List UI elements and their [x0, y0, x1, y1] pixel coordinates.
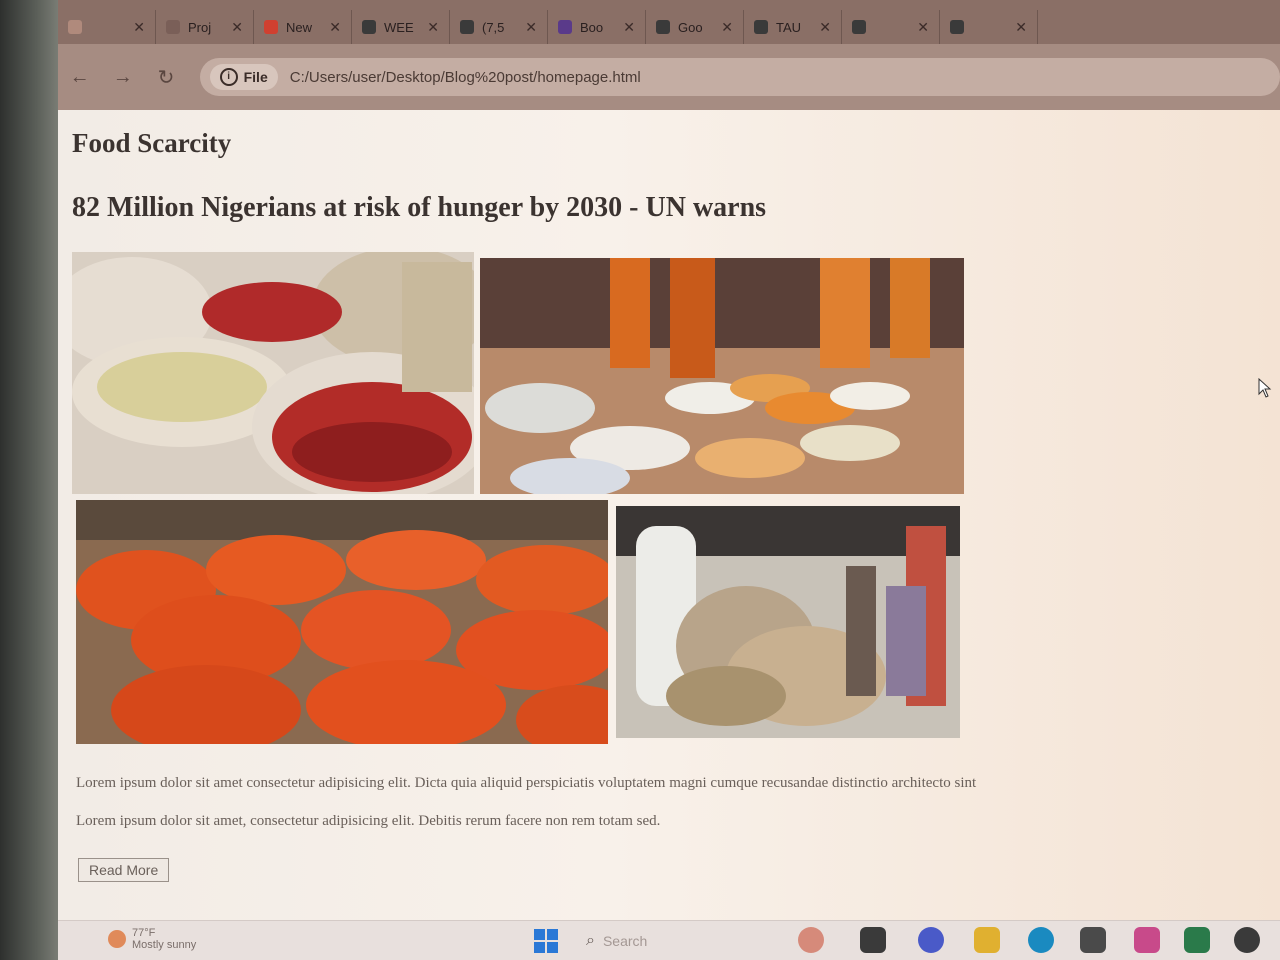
close-icon[interactable]: ✕ — [819, 19, 831, 36]
folder-icon[interactable] — [974, 927, 1000, 953]
close-icon[interactable]: ✕ — [1015, 19, 1027, 36]
generic-tab-icon — [68, 20, 82, 34]
yam-market-photo — [616, 506, 960, 738]
tab-1[interactable]: Proj ✕ — [156, 10, 254, 44]
close-icon[interactable]: ✕ — [917, 19, 929, 36]
browser-window: ✕ Proj ✕ New ✕ WEE ✕ (7,5 ✕ Boo ✕ Goo ✕ TAU ✕ ✕… — [58, 0, 1280, 960]
edge-icon[interactable] — [1028, 927, 1054, 953]
tab-4[interactable]: (7,5 ✕ — [450, 10, 548, 44]
weather-temp: 77°F — [132, 927, 156, 939]
monitor-bezel — [0, 0, 60, 960]
document-icon — [852, 20, 866, 34]
teams-chat-icon[interactable] — [918, 927, 944, 953]
article-paragraph-2: Lorem ipsum dolor sit amet, consectetur … — [76, 813, 661, 829]
mail-icon — [460, 20, 474, 34]
tab-6[interactable]: Goo ✕ — [646, 10, 744, 44]
tab-0[interactable]: ✕ — [58, 10, 156, 44]
tab-5[interactable]: Boo ✕ — [548, 10, 646, 44]
taskbar-search[interactable]: ⌕ Search — [586, 927, 776, 955]
gmail-icon — [264, 20, 278, 34]
info-icon: i — [219, 68, 238, 86]
os-taskbar: 77°F Mostly sunny ⌕ Search — [58, 920, 1280, 960]
read-more-button[interactable]: Read More — [78, 858, 170, 882]
store-icon[interactable] — [1080, 927, 1106, 953]
reload-icon[interactable]: ↻ — [144, 65, 187, 90]
tab-8[interactable]: ✕ — [842, 10, 940, 44]
tab-strip: ✕ Proj ✕ New ✕ WEE ✕ (7,5 ✕ Boo ✕ Goo ✕ TAU ✕ ✕… — [58, 0, 1280, 44]
browser-toolbar: ← → ↻ i File C:/Users/user/Desktop/Blog%… — [58, 44, 1280, 110]
site-info-button[interactable]: i File — [209, 64, 278, 90]
address-bar[interactable]: i File C:/Users/user/Desktop/Blog%20post… — [199, 58, 1280, 96]
mouse-cursor-icon — [1258, 378, 1272, 398]
file-explorer-icon[interactable] — [860, 927, 886, 953]
search-placeholder: Search — [602, 933, 648, 949]
purple-app-icon — [558, 20, 572, 34]
tab-2[interactable]: New ✕ — [254, 10, 352, 44]
close-icon[interactable]: ✕ — [427, 19, 439, 36]
tab-9[interactable]: ✕ — [940, 10, 1038, 44]
tomato-baskets-photo — [76, 500, 608, 744]
eye-icon — [166, 20, 180, 34]
tau-icon — [754, 20, 768, 34]
chrome-icon[interactable] — [1234, 927, 1260, 953]
weather-widget[interactable]: 77°F Mostly sunny — [108, 927, 196, 951]
google-icon — [656, 20, 670, 34]
pepper-sacks-photo — [72, 252, 474, 494]
weather-desc: Mostly sunny — [132, 939, 197, 951]
close-icon[interactable]: ✕ — [231, 19, 243, 36]
close-icon[interactable]: ✕ — [623, 19, 635, 36]
close-icon[interactable]: ✕ — [721, 19, 733, 36]
windows-start-icon[interactable] — [532, 927, 560, 955]
classroom-icon — [362, 20, 376, 34]
article-paragraph-1: Lorem ipsum dolor sit amet consectetur a… — [76, 775, 977, 791]
category-heading: Food Scarcity — [72, 128, 232, 158]
search-icon: ⌕ — [586, 932, 595, 949]
back-arrow-icon[interactable]: ← — [58, 66, 101, 89]
close-icon[interactable]: ✕ — [525, 19, 537, 36]
page-content: Food Scarcity 82 Million Nigerians at ri… — [58, 110, 1280, 920]
file-label: File — [243, 69, 268, 85]
generic-tab-icon — [950, 20, 964, 34]
forward-arrow-icon[interactable]: → — [101, 66, 144, 89]
tab-7[interactable]: TAU ✕ — [744, 10, 842, 44]
close-icon[interactable]: ✕ — [133, 19, 145, 36]
instagram-icon[interactable] — [1134, 927, 1160, 953]
market-grains-photo — [480, 258, 964, 494]
excel-icon[interactable] — [1184, 927, 1210, 953]
url-text[interactable]: C:/Users/user/Desktop/Blog%20post/homepa… — [290, 69, 641, 86]
sun-icon — [108, 930, 126, 948]
close-icon[interactable]: ✕ — [329, 19, 341, 36]
article-headline: 82 Million Nigerians at risk of hunger b… — [72, 192, 767, 223]
widgets-icon[interactable] — [798, 927, 824, 953]
tab-3[interactable]: WEE ✕ — [352, 10, 450, 44]
